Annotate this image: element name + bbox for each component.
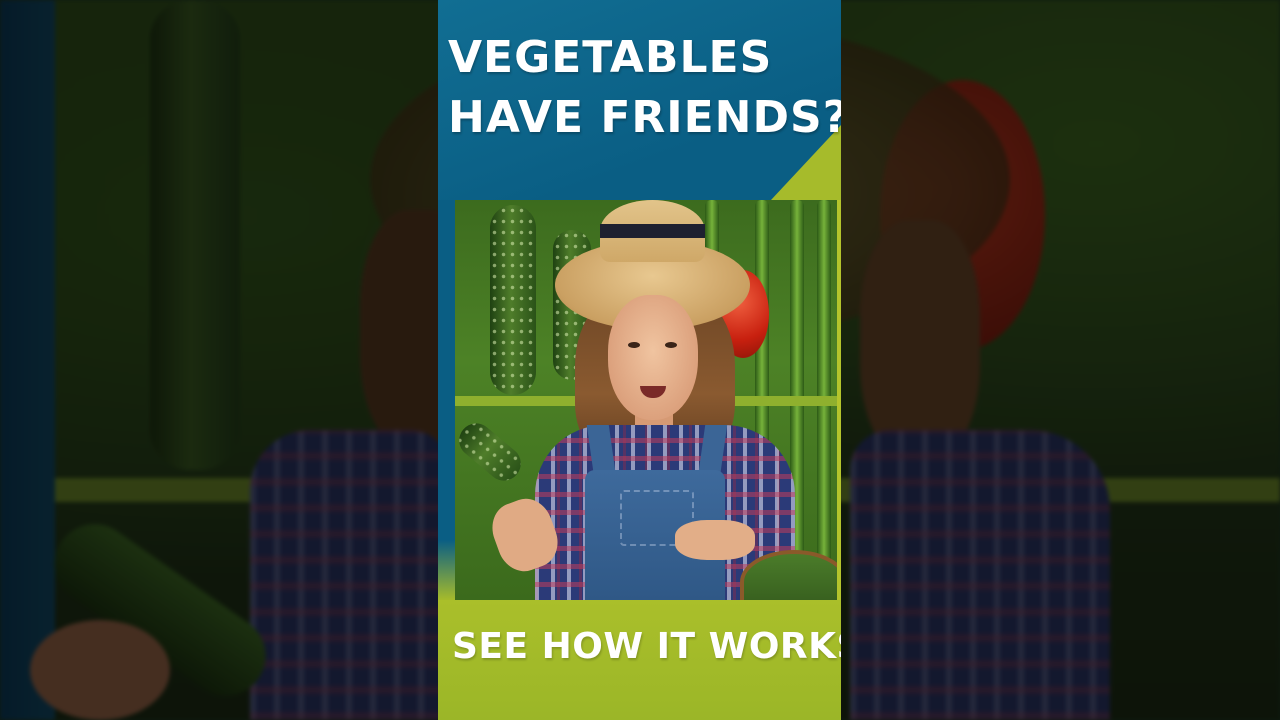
headline-line-1: VEGETABLES: [448, 32, 773, 83]
background-hand: [30, 620, 170, 720]
eye: [665, 342, 677, 348]
held-cucumber: [455, 416, 528, 488]
hanging-cucumber: [490, 205, 536, 395]
video-headline: VEGETABLES HAVE FRIENDS?: [448, 28, 841, 148]
background-shirt-left: [250, 430, 450, 720]
background-blue-edge: [0, 0, 55, 720]
background-hair-right: [860, 220, 980, 460]
headline-line-2: HAVE FRIENDS?: [448, 92, 841, 143]
right-hand: [675, 520, 755, 560]
background-cucumber: [150, 0, 240, 470]
gardener-face: [608, 295, 698, 420]
eye: [628, 342, 640, 348]
left-blue-strip: [438, 200, 455, 600]
background-shirt-right: [850, 430, 1110, 720]
video-stage[interactable]: VEGETABLES HAVE FRIENDS? SEE HOW IT WORK…: [0, 0, 1280, 720]
hat-band: [600, 224, 705, 238]
short-video-frame[interactable]: VEGETABLES HAVE FRIENDS? SEE HOW IT WORK…: [438, 0, 841, 720]
call-to-action-text: SEE HOW IT WORKS.: [452, 626, 841, 667]
gardener-photo: [455, 200, 837, 600]
